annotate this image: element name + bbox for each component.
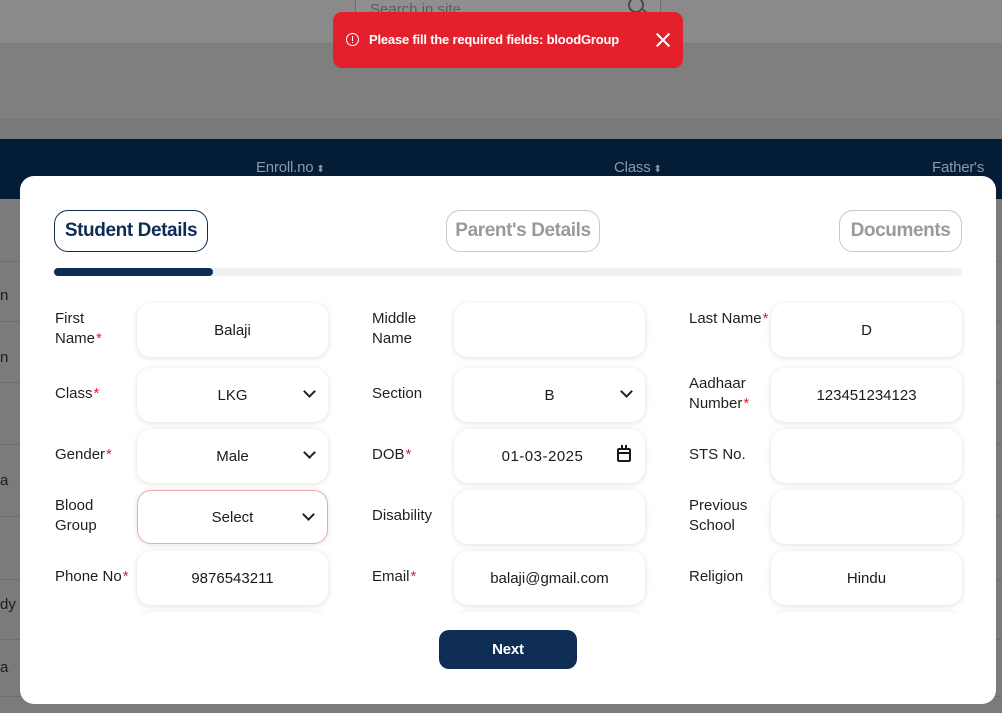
previous-school-label: Previous School [689, 497, 748, 534]
disability-field[interactable] [454, 490, 645, 544]
chevron-down-icon [302, 508, 315, 521]
dob-label: DOB* [372, 446, 412, 463]
first-name-field[interactable]: Balaji [137, 303, 328, 357]
aadhaar-label: Aadhaar Number* [689, 375, 750, 412]
sts-no-label: STS No. [689, 446, 746, 463]
chevron-down-icon [303, 385, 316, 398]
student-form-modal: Student Details Parent's Details Documen… [20, 176, 996, 704]
next-button[interactable]: Next [439, 630, 577, 669]
form-grid: First Name* Balaji Middle Name Last Name… [20, 294, 996, 614]
gender-select[interactable]: Male [137, 429, 328, 483]
next-row-field[interactable] [771, 612, 962, 614]
previous-school-field[interactable] [771, 490, 962, 544]
middle-name-field[interactable] [454, 303, 645, 357]
blood-group-select[interactable]: Select [137, 490, 328, 544]
progress-bar-fill [54, 268, 213, 276]
error-toast: Please fill the required fields: bloodGr… [333, 12, 683, 68]
last-name-field[interactable]: D [771, 303, 962, 357]
required-asterisk: * [762, 310, 769, 327]
background-row-text: n [0, 287, 9, 304]
step-parents-details[interactable]: Parent's Details [446, 210, 600, 252]
toast-message: Please fill the required fields: bloodGr… [369, 32, 619, 47]
phone-label: Phone No* [55, 568, 129, 585]
required-asterisk: * [122, 568, 129, 585]
class-select[interactable]: LKG [137, 368, 328, 422]
step-documents[interactable]: Documents [839, 210, 962, 252]
background-row-text: n [0, 349, 9, 366]
step-student-details[interactable]: Student Details [54, 210, 208, 252]
religion-field[interactable]: Hindu [771, 551, 962, 605]
email-label: Email* [372, 568, 417, 585]
background-row-text: dy [0, 596, 16, 613]
section-select-value: B [544, 386, 555, 404]
calendar-icon[interactable] [617, 445, 631, 462]
middle-name-label: Middle Name [372, 310, 417, 347]
first-name-label: First Name* [55, 310, 102, 347]
progress-bar [54, 268, 962, 276]
next-row-field[interactable] [137, 612, 328, 614]
phone-field[interactable]: 9876543211 [137, 551, 328, 605]
column-class: Class ⬍ [614, 159, 662, 176]
section-select[interactable]: B [454, 368, 645, 422]
chevron-down-icon [620, 385, 633, 398]
sort-icon: ⬍ [316, 164, 325, 175]
class-select-value: LKG [217, 386, 248, 404]
blood-group-select-value: Select [211, 508, 254, 526]
required-asterisk: * [96, 330, 102, 347]
last-name-label: Last Name* [689, 310, 769, 327]
sts-no-field[interactable] [771, 429, 962, 483]
next-row-field[interactable] [454, 612, 645, 614]
dob-field[interactable]: 01-03-2025 [454, 429, 645, 483]
email-field[interactable]: balaji@gmail.com [454, 551, 645, 605]
column-enroll-no: Enroll.no ⬍ [256, 159, 325, 176]
background-row-text: a [0, 472, 9, 489]
required-asterisk: * [410, 568, 417, 585]
gender-label: Gender* [55, 446, 112, 463]
gender-select-value: Male [216, 447, 249, 465]
blood-group-label: Blood Group [55, 497, 97, 534]
section-label: Section [372, 385, 423, 402]
sort-icon: ⬍ [653, 164, 662, 175]
chevron-down-icon [303, 446, 316, 459]
required-asterisk: * [93, 385, 100, 402]
alert-circle-icon [346, 33, 359, 46]
background-row-text: a [0, 659, 9, 676]
required-asterisk: * [743, 395, 750, 412]
dob-value: 01-03-2025 [501, 447, 584, 465]
class-label: Class* [55, 385, 100, 402]
aadhaar-field[interactable]: 123451234123 [771, 368, 962, 422]
religion-label: Religion [689, 568, 744, 585]
disability-label: Disability [372, 507, 433, 524]
required-asterisk: * [405, 446, 412, 463]
close-icon[interactable] [653, 30, 673, 50]
required-asterisk: * [106, 446, 112, 463]
